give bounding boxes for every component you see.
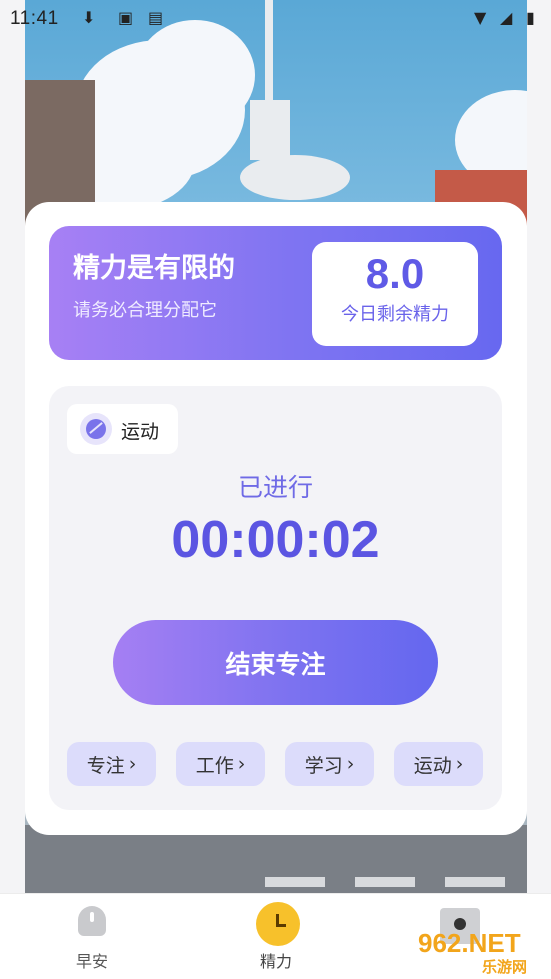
bell-icon xyxy=(72,902,112,942)
energy-value: 8.0 xyxy=(365,250,425,297)
nav-label-morning: 早安 xyxy=(75,952,108,971)
basketball-icon xyxy=(80,413,112,445)
chevron-right-icon: › xyxy=(455,753,464,775)
energy-panel: 精力是有限的 请务必合理分配它 8.0 今日剩余精力 xyxy=(49,226,502,360)
status-bar: 11:41 ⬇ ▣ ▤ ▼ ◢ ▮ xyxy=(0,0,551,36)
nav-item-morning[interactable]: 早安 xyxy=(32,894,152,979)
activity-tag: 运动 xyxy=(67,404,178,454)
signal-icon: ◢ xyxy=(500,8,513,27)
watermark-number: 962.NET xyxy=(418,928,521,958)
battery-icon: ▮ xyxy=(526,8,535,27)
download-icon: ⬇ xyxy=(82,8,96,27)
energy-value-label: 今日剩余精力 xyxy=(341,304,449,325)
clipboard-icon: ▤ xyxy=(148,8,164,27)
chevron-right-icon: › xyxy=(237,753,246,775)
chip-label: 专注 xyxy=(86,754,125,777)
chip-label: 学习 xyxy=(304,754,343,777)
clock-icon xyxy=(256,902,300,946)
energy-title: 精力是有限的 xyxy=(73,253,235,284)
chevron-right-icon: › xyxy=(346,753,355,775)
elapsed-label: 已进行 xyxy=(237,473,313,502)
main-card: 精力是有限的 请务必合理分配它 8.0 今日剩余精力 运动 已进行 00:00:… xyxy=(25,202,527,835)
watermark-text: 乐游网 xyxy=(482,958,528,976)
category-chip-work[interactable]: 工作 › xyxy=(176,742,265,786)
status-time: 11:41 xyxy=(10,8,59,29)
chevron-right-icon: › xyxy=(128,753,137,775)
category-chips: 专注 › 工作 › 学习 › 运动 › xyxy=(67,742,484,786)
chip-label: 工作 xyxy=(195,754,234,777)
wifi-icon: ▼ xyxy=(474,8,487,27)
notification-icon: ▣ xyxy=(118,8,134,27)
category-chip-sport[interactable]: 运动 › xyxy=(394,742,483,786)
nav-item-energy[interactable]: 精力 xyxy=(216,894,336,979)
activity-tag-label: 运动 xyxy=(121,421,160,443)
watermark-logo: 962.NET 乐游网 xyxy=(418,928,548,976)
end-focus-button[interactable]: 结束专注 xyxy=(113,620,438,705)
nav-label-energy: 精力 xyxy=(259,952,292,971)
chip-label: 运动 xyxy=(413,754,452,777)
elapsed-time: 00:00:02 xyxy=(171,511,380,569)
category-chip-study[interactable]: 学习 › xyxy=(285,742,374,786)
energy-remaining-box: 8.0 今日剩余精力 xyxy=(312,242,478,346)
energy-subtitle: 请务必合理分配它 xyxy=(73,300,217,321)
timer-panel: 运动 已进行 00:00:02 结束专注 专注 › 工作 › 学习 › 运动 › xyxy=(49,386,502,810)
category-chip-focus[interactable]: 专注 › xyxy=(67,742,156,786)
